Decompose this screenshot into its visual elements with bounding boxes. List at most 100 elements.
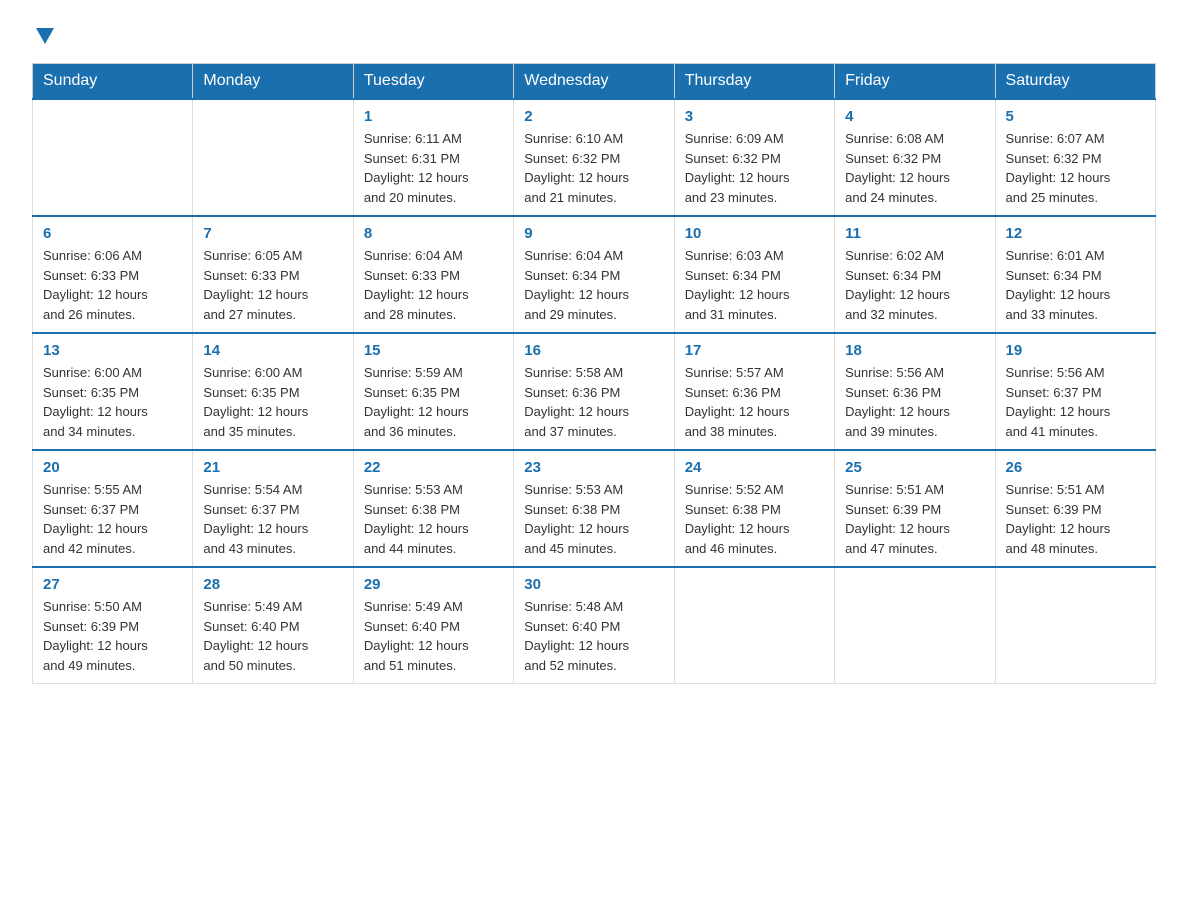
calendar-table: SundayMondayTuesdayWednesdayThursdayFrid…	[32, 63, 1156, 684]
calendar-cell: 23 Sunrise: 5:53 AM Sunset: 6:38 PM Dayli…	[514, 450, 674, 567]
day-number: 6	[43, 225, 182, 242]
day-number: 1	[364, 108, 503, 125]
day-info: Sunrise: 5:52 AM Sunset: 6:38 PM Dayligh…	[685, 480, 824, 558]
calendar-cell: 30Sunrise: 5:48 AM Sunset: 6:40 PM Dayli…	[514, 567, 674, 684]
day-number: 22	[364, 459, 503, 476]
day-info: Sunrise: 5:59 AM Sunset: 6:35 PM Dayligh…	[364, 363, 503, 441]
day-info: Sunrise: 5:50 AM Sunset: 6:39 PM Dayligh…	[43, 597, 182, 675]
day-number: 13	[43, 342, 182, 359]
calendar-cell: 14 Sunrise: 6:00 AM Sunset: 6:35 PM Dayli…	[193, 333, 353, 450]
day-of-week-header: Saturday	[995, 64, 1155, 100]
day-info: Sunrise: 5:55 AM Sunset: 6:37 PM Dayligh…	[43, 480, 182, 558]
calendar-cell: 29 Sunrise: 5:49 AM Sunset: 6:40 PM Dayli…	[353, 567, 513, 684]
calendar-cell: 17 Sunrise: 5:57 AM Sunset: 6:36 PM Dayli…	[674, 333, 834, 450]
day-number: 25	[845, 459, 984, 476]
week-row: 1 Sunrise: 6:11 AM Sunset: 6:31 PM Daylig…	[33, 99, 1156, 216]
day-number: 8	[364, 225, 503, 242]
calendar-cell: 5Sunrise: 6:07 AM Sunset: 6:32 PM Daylig…	[995, 99, 1155, 216]
calendar-cell: 12 Sunrise: 6:01 AM Sunset: 6:34 PM Dayli…	[995, 216, 1155, 333]
day-number: 26	[1006, 459, 1145, 476]
calendar-header-row: SundayMondayTuesdayWednesdayThursdayFrid…	[33, 64, 1156, 100]
calendar-cell: 21Sunrise: 5:54 AM Sunset: 6:37 PM Dayli…	[193, 450, 353, 567]
day-info: Sunrise: 5:53 AM Sunset: 6:38 PM Dayligh…	[364, 480, 503, 558]
calendar-cell	[33, 99, 193, 216]
day-number: 19	[1006, 342, 1145, 359]
calendar-cell: 8 Sunrise: 6:04 AM Sunset: 6:33 PM Daylig…	[353, 216, 513, 333]
calendar-cell: 16 Sunrise: 5:58 AM Sunset: 6:36 PM Dayli…	[514, 333, 674, 450]
day-number: 15	[364, 342, 503, 359]
day-info: Sunrise: 6:10 AM Sunset: 6:32 PM Dayligh…	[524, 129, 663, 207]
day-info: Sunrise: 5:53 AM Sunset: 6:38 PM Dayligh…	[524, 480, 663, 558]
day-number: 11	[845, 225, 984, 242]
day-number: 16	[524, 342, 663, 359]
calendar-cell: 11 Sunrise: 6:02 AM Sunset: 6:34 PM Dayli…	[835, 216, 995, 333]
day-number: 20	[43, 459, 182, 476]
day-number: 4	[845, 108, 984, 125]
day-info: Sunrise: 6:08 AM Sunset: 6:32 PM Dayligh…	[845, 129, 984, 207]
calendar-cell: 3 Sunrise: 6:09 AM Sunset: 6:32 PM Daylig…	[674, 99, 834, 216]
calendar-cell: 15 Sunrise: 5:59 AM Sunset: 6:35 PM Dayli…	[353, 333, 513, 450]
day-number: 21	[203, 459, 342, 476]
calendar-cell: 13 Sunrise: 6:00 AM Sunset: 6:35 PM Dayli…	[33, 333, 193, 450]
calendar-cell	[835, 567, 995, 684]
day-info: Sunrise: 6:05 AM Sunset: 6:33 PM Dayligh…	[203, 246, 342, 324]
day-of-week-header: Thursday	[674, 64, 834, 100]
day-number: 18	[845, 342, 984, 359]
day-number: 14	[203, 342, 342, 359]
calendar-cell: 18Sunrise: 5:56 AM Sunset: 6:36 PM Dayli…	[835, 333, 995, 450]
day-info: Sunrise: 6:02 AM Sunset: 6:34 PM Dayligh…	[845, 246, 984, 324]
calendar-cell: 6 Sunrise: 6:06 AM Sunset: 6:33 PM Daylig…	[33, 216, 193, 333]
calendar-cell: 24 Sunrise: 5:52 AM Sunset: 6:38 PM Dayli…	[674, 450, 834, 567]
calendar-cell: 19 Sunrise: 5:56 AM Sunset: 6:37 PM Dayli…	[995, 333, 1155, 450]
day-info: Sunrise: 6:11 AM Sunset: 6:31 PM Dayligh…	[364, 129, 503, 207]
week-row: 27Sunrise: 5:50 AM Sunset: 6:39 PM Dayli…	[33, 567, 1156, 684]
calendar-cell: 22 Sunrise: 5:53 AM Sunset: 6:38 PM Dayli…	[353, 450, 513, 567]
day-info: Sunrise: 5:51 AM Sunset: 6:39 PM Dayligh…	[845, 480, 984, 558]
calendar-cell: 2 Sunrise: 6:10 AM Sunset: 6:32 PM Daylig…	[514, 99, 674, 216]
day-info: Sunrise: 6:01 AM Sunset: 6:34 PM Dayligh…	[1006, 246, 1145, 324]
day-info: Sunrise: 6:06 AM Sunset: 6:33 PM Dayligh…	[43, 246, 182, 324]
day-info: Sunrise: 6:03 AM Sunset: 6:34 PM Dayligh…	[685, 246, 824, 324]
logo-triangle-icon	[34, 26, 56, 46]
day-info: Sunrise: 5:49 AM Sunset: 6:40 PM Dayligh…	[364, 597, 503, 675]
day-info: Sunrise: 5:57 AM Sunset: 6:36 PM Dayligh…	[685, 363, 824, 441]
day-number: 23	[524, 459, 663, 476]
day-number: 9	[524, 225, 663, 242]
day-number: 30	[524, 576, 663, 593]
day-number: 17	[685, 342, 824, 359]
calendar-cell: 1 Sunrise: 6:11 AM Sunset: 6:31 PM Daylig…	[353, 99, 513, 216]
calendar-cell	[674, 567, 834, 684]
calendar-cell: 4 Sunrise: 6:08 AM Sunset: 6:32 PM Daylig…	[835, 99, 995, 216]
day-number: 12	[1006, 225, 1145, 242]
day-of-week-header: Sunday	[33, 64, 193, 100]
week-row: 13 Sunrise: 6:00 AM Sunset: 6:35 PM Dayli…	[33, 333, 1156, 450]
day-number: 7	[203, 225, 342, 242]
calendar-cell: 20 Sunrise: 5:55 AM Sunset: 6:37 PM Dayli…	[33, 450, 193, 567]
week-row: 6 Sunrise: 6:06 AM Sunset: 6:33 PM Daylig…	[33, 216, 1156, 333]
day-info: Sunrise: 6:09 AM Sunset: 6:32 PM Dayligh…	[685, 129, 824, 207]
calendar-cell: 7 Sunrise: 6:05 AM Sunset: 6:33 PM Daylig…	[193, 216, 353, 333]
day-number: 2	[524, 108, 663, 125]
page-header	[32, 24, 1156, 45]
day-number: 5	[1006, 108, 1145, 125]
day-number: 10	[685, 225, 824, 242]
day-info: Sunrise: 6:04 AM Sunset: 6:33 PM Dayligh…	[364, 246, 503, 324]
day-number: 29	[364, 576, 503, 593]
day-info: Sunrise: 5:49 AM Sunset: 6:40 PM Dayligh…	[203, 597, 342, 675]
day-info: Sunrise: 5:51 AM Sunset: 6:39 PM Dayligh…	[1006, 480, 1145, 558]
day-number: 28	[203, 576, 342, 593]
day-of-week-header: Tuesday	[353, 64, 513, 100]
day-of-week-header: Monday	[193, 64, 353, 100]
day-info: Sunrise: 5:56 AM Sunset: 6:37 PM Dayligh…	[1006, 363, 1145, 441]
day-number: 24	[685, 459, 824, 476]
day-number: 3	[685, 108, 824, 125]
calendar-cell: 10 Sunrise: 6:03 AM Sunset: 6:34 PM Dayli…	[674, 216, 834, 333]
week-row: 20 Sunrise: 5:55 AM Sunset: 6:37 PM Dayli…	[33, 450, 1156, 567]
day-info: Sunrise: 6:00 AM Sunset: 6:35 PM Dayligh…	[203, 363, 342, 441]
calendar-cell: 27Sunrise: 5:50 AM Sunset: 6:39 PM Dayli…	[33, 567, 193, 684]
calendar-cell: 9Sunrise: 6:04 AM Sunset: 6:34 PM Daylig…	[514, 216, 674, 333]
day-info: Sunrise: 5:58 AM Sunset: 6:36 PM Dayligh…	[524, 363, 663, 441]
day-of-week-header: Wednesday	[514, 64, 674, 100]
calendar-cell: 26 Sunrise: 5:51 AM Sunset: 6:39 PM Dayli…	[995, 450, 1155, 567]
day-info: Sunrise: 6:00 AM Sunset: 6:35 PM Dayligh…	[43, 363, 182, 441]
